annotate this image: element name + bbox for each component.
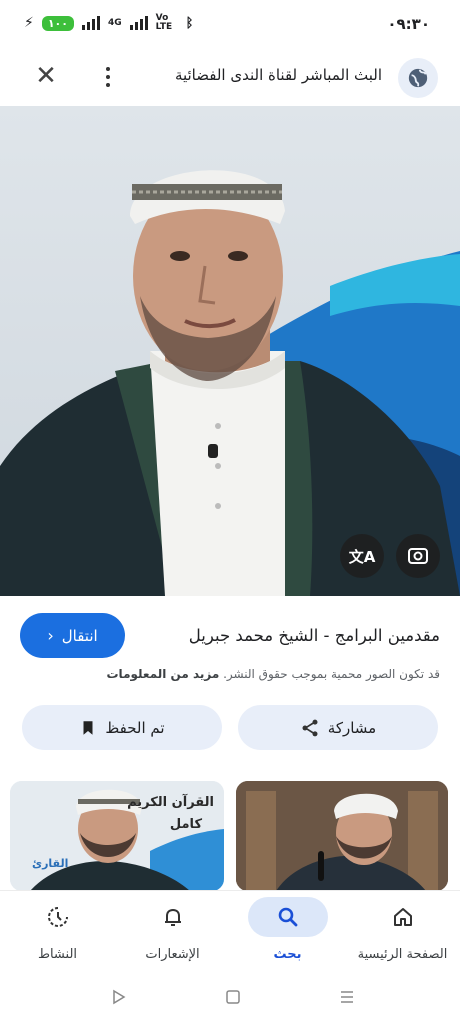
copyright-notice: قد تكون الصور محمية بموجب حقوق النشر. مز… [107,667,441,681]
more-vert-icon[interactable] [96,62,120,92]
related-image-left[interactable]: القرآن الكريم كامل القارئ [10,781,224,891]
charging-icon: ⚡ [24,15,34,31]
signal-icon-2 [129,16,148,30]
thumb-caption-1: القرآن الكريم [127,795,214,810]
status-icons: ⚡ ١٠٠ 4G Vo LTE ᛒ [24,14,193,32]
battery-indicator: ١٠٠ [41,15,74,31]
nav-home[interactable]: الصفحة الرئيسية [345,891,460,971]
system-navigation [0,970,460,1024]
share-button[interactable]: مشاركة [238,705,438,750]
close-icon[interactable]: ✕ [32,62,60,90]
bell-icon [133,897,213,937]
copyright-text: قد تكون الصور محمية بموجب حقوق النشر. [223,667,440,681]
saved-label: تم الحفظ [105,718,165,737]
recents-icon[interactable] [336,986,358,1008]
signal-icon [82,16,100,30]
bottom-navigation: الصفحة الرئيسية بحث الإشعارات النشاط [0,890,460,971]
visit-label: انتقال [61,626,98,645]
nav-home-label: الصفحة الرئيسية [357,947,448,962]
nav-notifications-label: الإشعارات [145,947,200,962]
lens-icon[interactable] [396,534,440,578]
bookmark-icon [83,720,93,735]
portrait-illustration [0,170,460,596]
more-info-link[interactable]: مزيد من المعلومات [107,667,220,681]
status-bar: ⚡ ١٠٠ 4G Vo LTE ᛒ ٠٩:٣٠ [0,0,460,50]
activity-icon [18,897,98,937]
saved-button[interactable]: تم الحفظ [22,705,222,750]
home-button-icon[interactable] [222,986,244,1008]
nav-notifications[interactable]: الإشعارات [115,891,230,971]
result-title: مقدمين البرامج - الشيخ محمد جبريل [188,626,440,645]
visit-button[interactable]: انتقال ‹ [20,613,125,658]
chevron-left-icon: ‹ [47,626,54,645]
thumb-portrait [236,781,448,891]
thumb-caption-2: كامل [169,817,202,832]
thumb-caption-3: القارئ [32,857,69,870]
nav-search[interactable]: بحث [230,891,345,971]
share-label: مشاركة [327,718,377,737]
top-bar: البث المباشر لقناة الندى الفضائية ✕ [0,50,460,106]
globe-icon[interactable] [398,58,438,98]
status-time: ٠٩:٣٠ [387,15,430,33]
search-icon [247,897,328,937]
home-icon [363,897,443,937]
network-label: 4G [108,17,122,28]
nav-activity-label: النشاط [37,947,78,962]
main-image[interactable]: 文A [0,106,460,596]
share-icon [302,719,318,736]
volte-label: Vo LTE [155,13,173,32]
translate-icon[interactable]: 文A [340,534,384,578]
nav-activity[interactable]: النشاط [0,891,115,971]
bluetooth-icon: ᛒ [185,15,194,31]
page-title: البث المباشر لقناة الندى الفضائية [174,66,382,84]
back-icon[interactable] [108,986,130,1008]
related-image-right[interactable] [236,781,448,891]
nav-search-label: بحث [273,947,302,962]
